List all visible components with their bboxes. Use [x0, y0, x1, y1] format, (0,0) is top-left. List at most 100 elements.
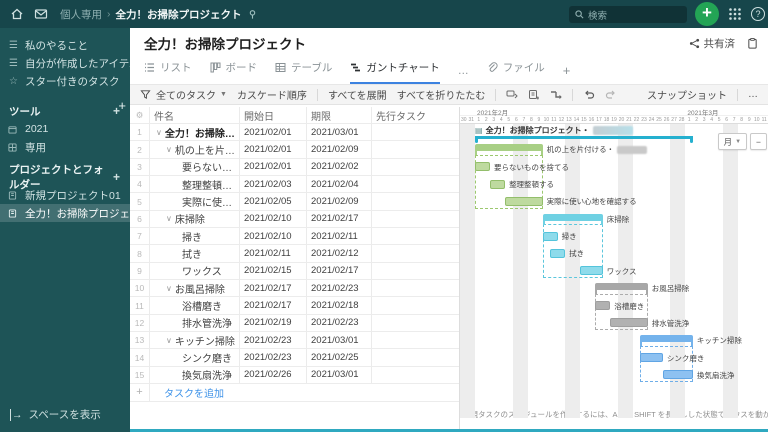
predecessor-cell[interactable]	[372, 141, 460, 157]
predecessor-cell[interactable]	[372, 211, 460, 227]
summary-bar[interactable]	[542, 213, 603, 225]
task-bar[interactable]	[550, 248, 566, 258]
due-date-cell[interactable]: 2021/02/23	[307, 280, 372, 297]
project-summary-bar[interactable]	[475, 135, 693, 143]
sidebar-item-2021[interactable]: 2021	[0, 120, 130, 138]
shared-status[interactable]: 共有済	[689, 36, 735, 51]
apps-grid-icon[interactable]	[728, 7, 742, 21]
due-date-cell[interactable]: 2021/02/09	[307, 141, 372, 158]
cascade-order-button[interactable]: カスケード順序	[237, 87, 307, 102]
home-icon[interactable]	[10, 7, 24, 21]
predecessor-cell[interactable]	[372, 124, 460, 140]
task-name-cell[interactable]: ∨ 床掃除	[150, 210, 240, 228]
task-name-cell[interactable]: 実際に使い心地...	[150, 193, 240, 210]
task-name-cell[interactable]: ∨机の上を片付ける	[150, 141, 240, 158]
due-date-cell[interactable]: 2021/02/11	[307, 228, 372, 245]
baseline-icon[interactable]	[528, 89, 540, 101]
task-bar[interactable]	[505, 196, 543, 206]
sidebar-item-my-work[interactable]: ☰ 私のやること	[0, 36, 130, 54]
toolbar-more-button[interactable]: …	[748, 89, 758, 100]
due-date-cell[interactable]: 2021/02/02	[307, 158, 372, 176]
expand-all-button[interactable]: すべてを展開	[328, 87, 387, 102]
tab-board[interactable]: ボード	[210, 60, 257, 84]
predecessor-cell[interactable]	[372, 280, 460, 296]
task-name-cell[interactable]: 排水管洗浄	[150, 314, 240, 332]
predecessor-cell[interactable]	[372, 228, 460, 244]
predecessor-cell[interactable]	[372, 159, 460, 175]
start-date-cell[interactable]: 2021/02/26	[240, 366, 307, 384]
table-row[interactable]: 3 要らないものを... 2021/02/012021/02/02	[130, 158, 460, 177]
start-date-cell[interactable]: 2021/02/15	[240, 262, 307, 280]
summary-bar[interactable]	[640, 335, 693, 347]
dependency-icon[interactable]	[550, 89, 563, 101]
due-date-cell[interactable]: 2021/03/01	[307, 332, 372, 349]
task-name-cell[interactable]: 掃き	[150, 228, 240, 245]
table-row[interactable]: 4 整理整頓する 2021/02/032021/02/04	[130, 176, 460, 194]
table-row[interactable]: 14 シンク磨き 2021/02/23 2021/02/25	[130, 349, 460, 367]
task-name-cell[interactable]: ∨ キッチン掃除	[150, 332, 240, 349]
sidebar-item-created-by-me[interactable]: ☰ 自分が作成したアイテム	[0, 54, 130, 72]
search-input[interactable]: 検索	[569, 6, 687, 23]
task-name-cell[interactable]: 整理整頓する	[150, 176, 240, 193]
help-icon[interactable]: ?	[751, 7, 765, 21]
tab-table[interactable]: テーブル	[275, 60, 332, 84]
start-date-cell[interactable]: 2021/02/17	[240, 297, 307, 314]
predecessor-cell[interactable]	[372, 263, 460, 279]
column-header-name[interactable]: 件名	[150, 107, 240, 123]
predecessor-cell[interactable]	[372, 176, 460, 192]
column-header-due[interactable]: 期限	[307, 107, 372, 123]
table-row[interactable]: 10 ∨ お風呂掃除 2021/02/17 2021/02/23	[130, 280, 460, 298]
start-date-cell[interactable]: 2021/02/01	[240, 141, 307, 158]
clipboard-icon[interactable]	[747, 37, 758, 49]
due-date-cell[interactable]: 2021/02/12	[307, 245, 372, 262]
task-name-cell[interactable]: シンク磨き	[150, 349, 240, 366]
show-spaces-button[interactable]: → スペースを表示	[10, 407, 101, 422]
breadcrumb-project[interactable]: 全力！お掃除プロジェクト	[116, 7, 242, 22]
start-date-cell[interactable]: 2021/02/17	[240, 280, 307, 297]
task-name-cell[interactable]: 拭き	[150, 245, 240, 262]
table-row[interactable]: 9 ワックス 2021/02/15 2021/02/17	[130, 262, 460, 281]
start-date-cell[interactable]: 2021/02/19	[240, 314, 307, 332]
undo-icon[interactable]	[583, 89, 595, 101]
task-bar[interactable]	[475, 162, 491, 172]
predecessor-cell[interactable]	[372, 193, 460, 209]
predecessor-cell[interactable]	[372, 245, 460, 261]
collapse-arrow-icon[interactable]: ∨	[166, 336, 172, 345]
start-date-cell[interactable]: 2021/02/10	[240, 210, 307, 228]
task-bar[interactable]	[490, 179, 506, 189]
task-bar[interactable]	[542, 231, 558, 241]
collapse-arrow-icon[interactable]: ∨	[166, 214, 172, 223]
column-header-predecessor[interactable]: 先行タスク	[372, 107, 460, 123]
add-task-row[interactable]: + タスクを追加	[130, 384, 460, 402]
table-row[interactable]: 1∨全力！お掃除プロジェ...2021/02/012021/03/01	[130, 124, 460, 142]
predecessor-cell[interactable]	[372, 367, 460, 383]
start-date-cell[interactable]: 2021/02/23	[240, 349, 307, 366]
start-date-cell[interactable]: 2021/02/03	[240, 176, 307, 193]
start-date-cell[interactable]: 2021/02/05	[240, 193, 307, 210]
task-name-cell[interactable]: ∨全力！お掃除プロジェ...	[150, 124, 240, 141]
table-row[interactable]: 5 実際に使い心地... 2021/02/052021/02/09	[130, 193, 460, 211]
due-date-cell[interactable]: 2021/02/04	[307, 176, 372, 193]
tab-gantt[interactable]: ガントチャート	[350, 60, 440, 84]
predecessor-cell[interactable]	[372, 349, 460, 365]
breadcrumb-workspace[interactable]: 個人専用	[60, 7, 102, 22]
task-name-cell[interactable]: 換気扇洗浄	[150, 366, 240, 384]
collapse-arrow-icon[interactable]: ∨	[166, 284, 172, 293]
due-date-cell[interactable]: 2021/02/18	[307, 297, 372, 314]
due-date-cell[interactable]: 2021/02/23	[307, 314, 372, 332]
task-bar[interactable]	[640, 353, 663, 363]
add-task-link[interactable]: タスクを追加	[150, 384, 460, 401]
table-row[interactable]: 6 ∨ 床掃除 2021/02/10 2021/02/17	[130, 210, 460, 229]
scale-dropdown[interactable]: 月 ▼	[717, 133, 748, 150]
task-name-cell[interactable]: ワックス	[150, 262, 240, 280]
sidebar-item-cleaning-project[interactable]: 全力！お掃除プロジェクト	[0, 204, 130, 222]
layout-icon[interactable]	[506, 89, 519, 101]
start-date-cell[interactable]: 2021/02/23	[240, 332, 307, 349]
table-settings-gear-icon[interactable]: ⚙	[130, 107, 150, 123]
table-row[interactable]: 12 排水管洗浄 2021/02/19 2021/02/23	[130, 314, 459, 333]
due-date-cell[interactable]: 2021/02/17	[307, 210, 372, 228]
sidebar-item-starred-tasks[interactable]: ☆ スター付きのタスク	[0, 72, 130, 90]
summary-bar[interactable]	[595, 283, 648, 295]
task-filter-dropdown[interactable]: 全てのタスク ▼	[140, 87, 227, 102]
sidebar-item-senyou[interactable]: 専用	[0, 138, 130, 156]
